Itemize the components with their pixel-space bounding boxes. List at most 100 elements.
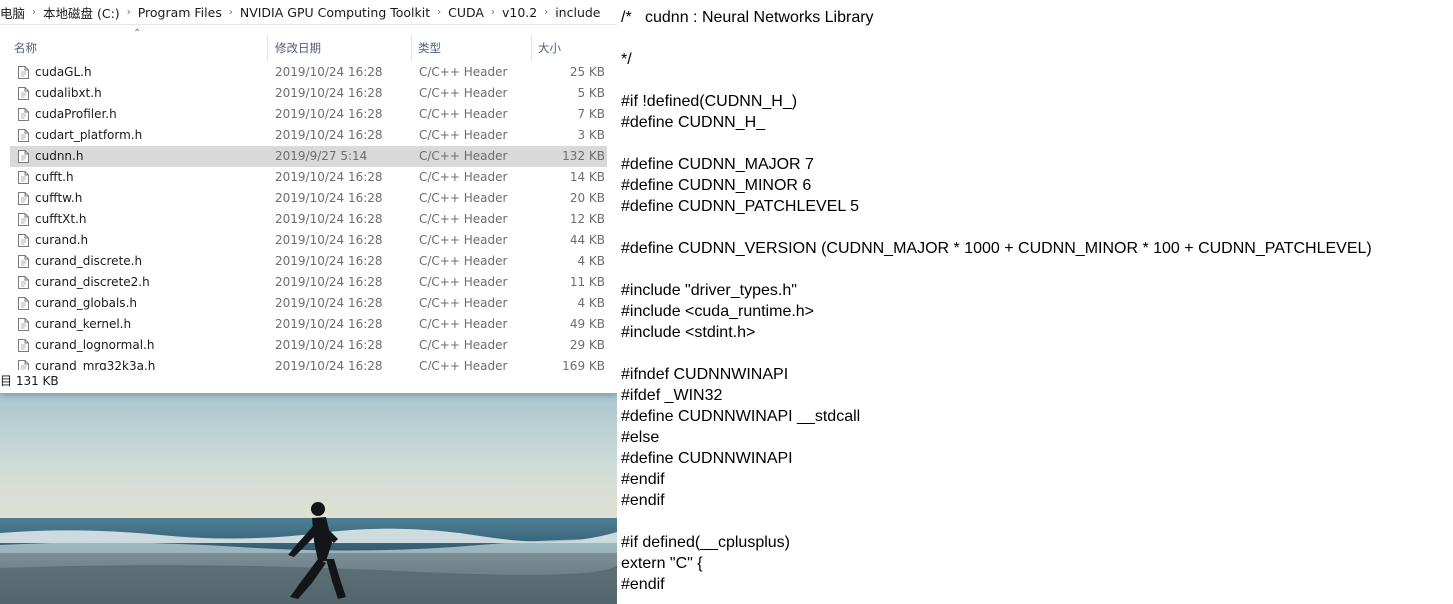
code-line: #endif: [621, 576, 665, 593]
code-line: #define CUDNN_H_: [621, 114, 766, 131]
file-name: cufftXt.h: [35, 212, 87, 226]
file-type: C/C++ Header: [419, 65, 508, 79]
file-name: curand_discrete.h: [35, 254, 143, 268]
column-header-size[interactable]: 大小: [534, 34, 617, 62]
chevron-right-icon[interactable]: ›: [226, 7, 236, 18]
breadcrumb-item-nvidia-toolkit[interactable]: NVIDIA GPU Computing Toolkit: [236, 5, 434, 20]
header-file-icon: [18, 276, 29, 289]
code-line: #endif: [621, 492, 665, 509]
file-row[interactable]: curand_discrete.h 2019/10/24 16:28 C/C++ H…: [0, 251, 617, 272]
code-line: #define CUDNNWINAPI __stdcall: [621, 408, 861, 425]
column-header-name[interactable]: 名称: [10, 34, 268, 62]
breadcrumb-item-version[interactable]: v10.2: [498, 5, 541, 20]
file-size: 4 KB: [577, 296, 605, 310]
breadcrumb-item-program-files[interactable]: Program Files: [134, 5, 226, 20]
header-file-icon: [18, 213, 29, 226]
chevron-right-icon[interactable]: ›: [488, 7, 498, 18]
file-size: 44 KB: [569, 233, 605, 247]
code-viewer[interactable]: /* cudnn : Neural Networks Library */ #if …: [617, 0, 1453, 604]
file-row[interactable]: cudnn.h 2019/9/27 5:14 C/C++ Header 132 KB: [10, 146, 607, 167]
file-size: 169 KB: [562, 359, 605, 370]
header-file-icon: [18, 129, 29, 142]
desktop-wallpaper: [0, 393, 617, 604]
code-line: #if defined(__cplusplus): [621, 534, 790, 551]
code-line: #ifndef CUDNNWINAPI: [621, 366, 789, 383]
header-file-icon: [18, 234, 29, 247]
file-type: C/C++ Header: [419, 296, 508, 310]
file-type: C/C++ Header: [419, 128, 508, 142]
file-name: cudaProfiler.h: [35, 107, 117, 121]
file-row[interactable]: cudaProfiler.h 2019/10/24 16:28 C/C++ Head…: [0, 104, 617, 125]
code-line: #include <stdint.h>: [621, 324, 756, 341]
file-type: C/C++ Header: [419, 233, 508, 247]
file-name: cufftw.h: [35, 191, 83, 205]
file-row[interactable]: cudart_platform.h 2019/10/24 16:28 C/C++ H…: [0, 125, 617, 146]
breadcrumb-item-include[interactable]: include: [551, 5, 604, 20]
breadcrumb: 电脑 › 本地磁盘 (C:) › Program Files › NVIDIA …: [0, 0, 617, 25]
file-row[interactable]: curand_lognormal.h 2019/10/24 16:28 C/C++ …: [0, 335, 617, 356]
header-file-icon: [18, 318, 29, 331]
file-row[interactable]: curand_globals.h 2019/10/24 16:28 C/C++ He…: [0, 293, 617, 314]
file-size: 11 KB: [569, 275, 605, 289]
chevron-right-icon[interactable]: ›: [124, 7, 134, 18]
file-row[interactable]: cufftXt.h 2019/10/24 16:28 C/C++ Header 12 …: [0, 209, 617, 230]
code-line: #else: [621, 429, 660, 446]
file-name: curand_globals.h: [35, 296, 137, 310]
header-file-icon: [18, 66, 29, 79]
header-file-icon: [18, 108, 29, 121]
file-row[interactable]: cufftw.h 2019/10/24 16:28 C/C++ Header 20 K…: [0, 188, 617, 209]
code-line: #include <cuda_runtime.h>: [621, 303, 815, 320]
file-modified-date: 2019/10/24 16:28: [275, 170, 383, 184]
file-modified-date: 2019/10/24 16:28: [275, 128, 383, 142]
chevron-right-icon[interactable]: ›: [29, 7, 39, 18]
code-line: #endif: [621, 471, 665, 488]
file-type: C/C++ Header: [419, 359, 508, 370]
file-size: 5 KB: [577, 86, 605, 100]
header-file-icon: [18, 339, 29, 352]
breadcrumb-item-this-pc[interactable]: 电脑: [0, 3, 29, 22]
file-type: C/C++ Header: [419, 212, 508, 226]
breadcrumb-item-cuda[interactable]: CUDA: [444, 5, 488, 20]
file-modified-date: 2019/10/24 16:28: [275, 317, 383, 331]
file-type: C/C++ Header: [419, 254, 508, 268]
file-modified-date: 2019/10/24 16:28: [275, 254, 383, 268]
code-line: #define CUDNN_VERSION (CUDNN_MAJOR * 100…: [621, 240, 1372, 257]
file-name: curand_discrete2.h: [35, 275, 150, 289]
breadcrumb-item-local-disk[interactable]: 本地磁盘 (C:): [39, 3, 124, 22]
file-row[interactable]: curand.h 2019/10/24 16:28 C/C++ Header 44 K…: [0, 230, 617, 251]
file-size: 12 KB: [569, 212, 605, 226]
file-row[interactable]: cudalibxt.h 2019/10/24 16:28 C/C++ Header 5…: [0, 83, 617, 104]
file-size: 7 KB: [577, 107, 605, 121]
code-line: #ifdef _WIN32: [621, 387, 723, 404]
file-type: C/C++ Header: [419, 275, 508, 289]
file-row[interactable]: curand_kernel.h 2019/10/24 16:28 C/C++ Hea…: [0, 314, 617, 335]
file-name: cudart_platform.h: [35, 128, 143, 142]
chevron-right-icon[interactable]: ›: [434, 7, 444, 18]
column-header-type[interactable]: 类型: [414, 34, 532, 62]
status-text: 目 131 KB: [0, 374, 59, 388]
file-size: 3 KB: [577, 128, 605, 142]
column-header-row: ⌃ 名称 修改日期 类型 大小: [0, 28, 617, 62]
file-list: cudaGL.h 2019/10/24 16:28 C/C++ Header 25 K…: [0, 62, 617, 370]
file-row[interactable]: cufft.h 2019/10/24 16:28 C/C++ Header 14 KB: [0, 167, 617, 188]
file-size: 14 KB: [569, 170, 605, 184]
column-header-date[interactable]: 修改日期: [271, 34, 412, 62]
file-row[interactable]: curand_discrete2.h 2019/10/24 16:28 C/C++ …: [0, 272, 617, 293]
file-modified-date: 2019/10/24 16:28: [275, 296, 383, 310]
header-file-icon: [18, 171, 29, 184]
file-name: cudalibxt.h: [35, 86, 102, 100]
file-type: C/C++ Header: [419, 170, 508, 184]
file-modified-date: 2019/10/24 16:28: [275, 233, 383, 247]
file-name: curand_kernel.h: [35, 317, 132, 331]
file-row[interactable]: curand_mrg32k3a.h 2019/10/24 16:28 C/C++ H…: [0, 356, 617, 370]
header-file-icon: [18, 192, 29, 205]
beach-runner-photo: [0, 393, 617, 604]
chevron-right-icon[interactable]: ›: [541, 7, 551, 18]
code-line: #define CUDNN_MAJOR 7: [621, 156, 814, 173]
header-file-icon: [18, 150, 29, 163]
file-size: 25 KB: [569, 65, 605, 79]
file-row[interactable]: cudaGL.h 2019/10/24 16:28 C/C++ Header 25 K…: [0, 62, 617, 83]
file-modified-date: 2019/10/24 16:28: [275, 191, 383, 205]
code-line: extern "C" {: [621, 555, 703, 572]
code-line: /* cudnn : Neural Networks Library: [621, 9, 874, 26]
